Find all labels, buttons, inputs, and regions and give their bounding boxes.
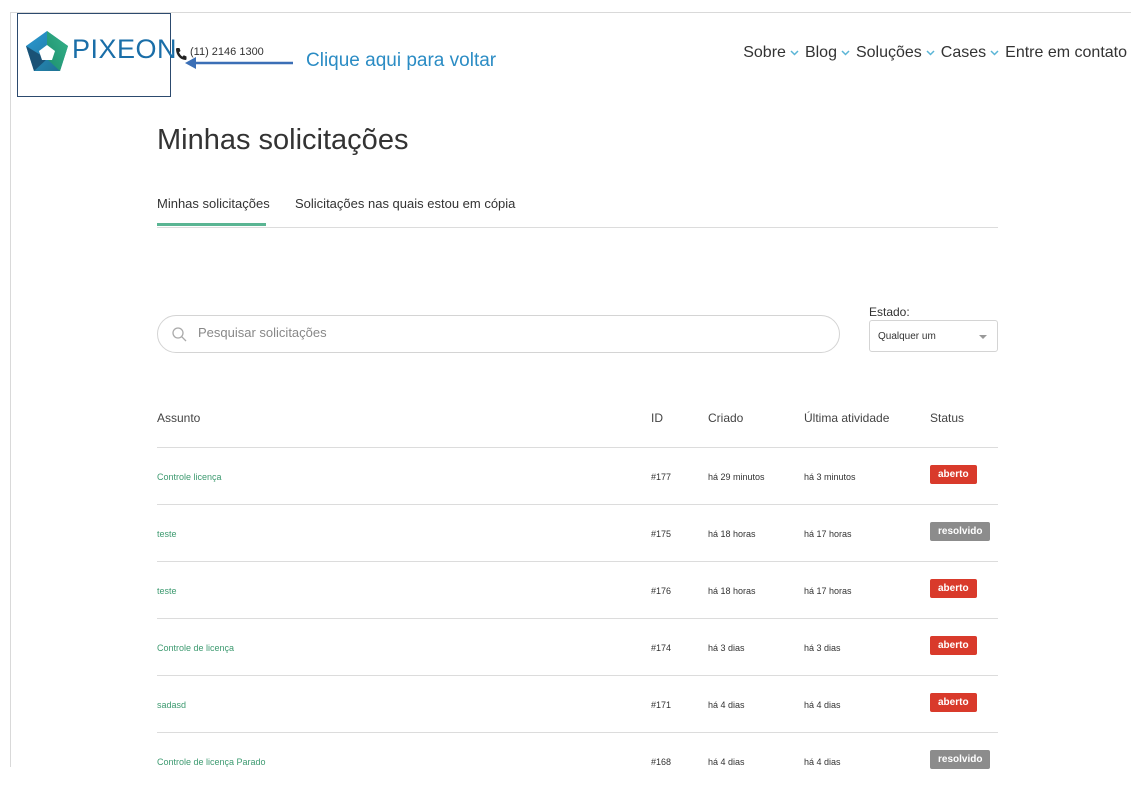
request-created: há 4 dias [708, 757, 745, 767]
nav-item-label: Sobre [743, 44, 786, 61]
search-input[interactable] [196, 324, 800, 341]
chevron-down-icon [926, 50, 935, 56]
chevron-down-icon [990, 50, 999, 56]
search-icon [172, 327, 187, 342]
state-filter-select[interactable]: Qualquer um [869, 320, 998, 352]
request-subject-link[interactable]: teste [157, 586, 177, 596]
request-subject-link[interactable]: Controle de licença [157, 643, 234, 653]
nav-item-blog[interactable]: Blog [805, 44, 850, 62]
page-frame-left [10, 12, 11, 767]
request-created: há 29 minutos [708, 472, 765, 482]
nav-item-label: Entre em contato [1005, 44, 1127, 61]
status-badge: aberto [930, 465, 977, 484]
page-title: Minhas solicitações [157, 124, 409, 156]
nav-item-contato[interactable]: Entre em contato [1005, 44, 1127, 62]
column-header-created[interactable]: Criado [708, 411, 743, 425]
annotation-text: Clique aqui para voltar [306, 50, 497, 71]
request-last-activity: há 3 dias [804, 643, 841, 653]
column-header-id[interactable]: ID [651, 411, 663, 425]
main-nav: Sobre Blog Soluções Cases Entre em conta… [743, 44, 1127, 62]
request-last-activity: há 17 horas [804, 529, 852, 539]
caret-down-icon [979, 335, 987, 339]
tab-cc-requests[interactable]: Solicitações nas quais estou em cópia [295, 196, 515, 211]
request-created: há 18 horas [708, 529, 756, 539]
nav-item-sobre[interactable]: Sobre [743, 44, 799, 62]
tab-bar: Minhas solicitações Solicitações nas qua… [157, 193, 998, 228]
status-badge: aberto [930, 636, 977, 655]
status-badge: aberto [930, 693, 977, 712]
nav-item-label: Cases [940, 44, 987, 61]
request-created: há 3 dias [708, 643, 745, 653]
table-row[interactable]: Controle licença #177 há 29 minutos há 3… [157, 448, 998, 505]
request-subject-link[interactable]: teste [157, 529, 177, 539]
table-header: Assunto ID Criado Última atividade Statu… [157, 395, 998, 448]
tab-my-requests[interactable]: Minhas solicitações [157, 196, 270, 211]
state-filter-value: Qualquer um [878, 331, 936, 342]
request-last-activity: há 4 dias [804, 757, 841, 767]
search-box[interactable] [157, 315, 840, 353]
request-id: #171 [651, 700, 672, 710]
nav-item-label: Soluções [855, 44, 922, 61]
request-id: #177 [651, 472, 672, 482]
chevron-down-icon [790, 50, 799, 56]
request-id: #175 [651, 529, 672, 539]
request-last-activity: há 3 minutos [804, 472, 856, 482]
status-badge: resolvido [930, 750, 991, 769]
request-subject-link[interactable]: Controle licença [157, 472, 222, 482]
state-filter-label: Estado: [869, 305, 910, 319]
request-id: #176 [651, 586, 672, 596]
column-header-subject[interactable]: Assunto [157, 411, 200, 425]
request-subject-link[interactable]: Controle de licença Parado [157, 757, 266, 767]
nav-item-label: Blog [804, 44, 837, 61]
page-frame-top [10, 12, 1131, 13]
request-created: há 18 horas [708, 586, 756, 596]
status-badge: aberto [930, 579, 977, 598]
table-row[interactable]: Controle de licença Parado #168 há 4 dia… [157, 733, 998, 789]
requests-table: Assunto ID Criado Última atividade Statu… [157, 395, 998, 789]
table-row[interactable]: teste #175 há 18 horas há 17 horas resol… [157, 505, 998, 562]
pixeon-logo-icon[interactable] [24, 29, 70, 75]
chevron-down-icon [841, 50, 850, 56]
column-header-status[interactable]: Status [930, 411, 964, 425]
logo-text[interactable]: PIXEON [72, 34, 177, 65]
column-header-last-activity[interactable]: Última atividade [804, 411, 889, 425]
request-created: há 4 dias [708, 700, 745, 710]
tab-active-indicator [157, 223, 266, 226]
arrow-left-icon [185, 57, 293, 69]
request-id: #174 [651, 643, 672, 653]
request-last-activity: há 4 dias [804, 700, 841, 710]
table-row[interactable]: teste #176 há 18 horas há 17 horas abert… [157, 562, 998, 619]
request-last-activity: há 17 horas [804, 586, 852, 596]
nav-item-solucoes[interactable]: Soluções [856, 44, 935, 62]
request-subject-link[interactable]: sadasd [157, 700, 186, 710]
nav-item-cases[interactable]: Cases [941, 44, 999, 62]
table-row[interactable]: sadasd #171 há 4 dias há 4 dias aberto [157, 676, 998, 733]
table-row[interactable]: Controle de licença #174 há 3 dias há 3 … [157, 619, 998, 676]
status-badge: resolvido [930, 522, 991, 541]
request-id: #168 [651, 757, 672, 767]
